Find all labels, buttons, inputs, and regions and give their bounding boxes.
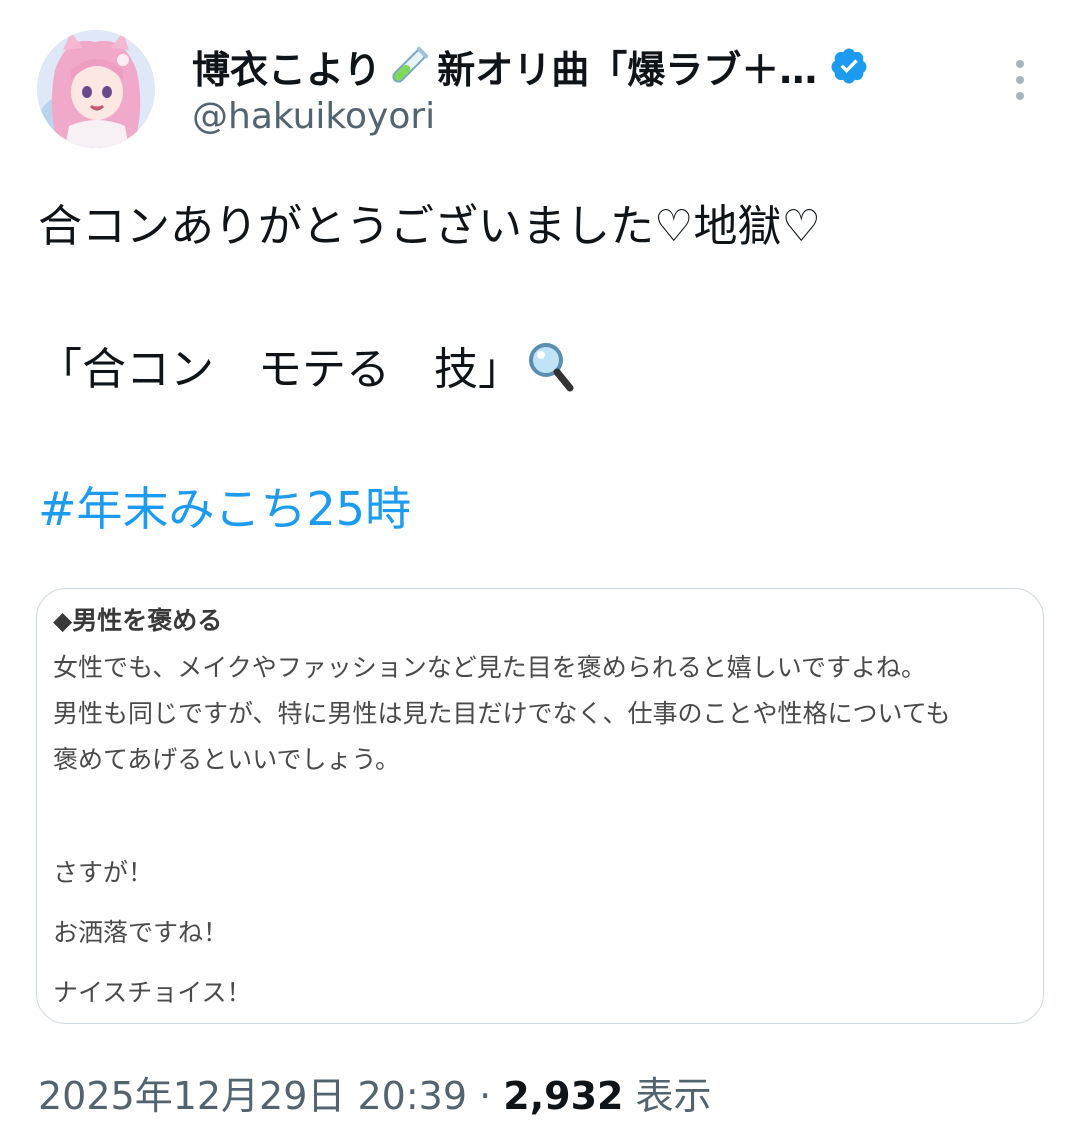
test-tube-icon: [392, 46, 429, 83]
media-phrase: ナイスチョイス！: [53, 978, 252, 1007]
author-handle[interactable]: @hakuikoyori: [192, 96, 435, 137]
display-name[interactable]: 博衣こより: [192, 39, 381, 94]
media-image-card[interactable]: ◆男性を褒める 女性でも、メイクやファッションなど見た目を褒められると嬉しいです…: [36, 588, 1044, 1024]
media-paragraph: 女性でも、メイクやファッションなど見た目を褒められると嬉しいですよね。 男性も同…: [53, 645, 1031, 783]
tweet-text-line1: 合コンありがとうございました♡地獄♡: [38, 201, 821, 252]
media-paragraph-line: 褒めてあげるといいでしょう。: [53, 745, 401, 774]
media-paragraph-line: 男性も同じですが、特に男性は見た目だけでなく、仕事のことや性格についても: [53, 699, 951, 728]
media-phrase: お洒落ですね！: [53, 918, 229, 947]
more-dot-icon: [1016, 76, 1024, 84]
hashtag-link[interactable]: #年末みこち25時: [38, 473, 411, 539]
more-dot-icon: [1016, 60, 1024, 68]
tweet-meta: 2025年12月29日 20:39 · 2,932 表示: [38, 1065, 712, 1120]
media-phrase: さすが！: [53, 858, 154, 887]
display-name-suffix[interactable]: 新オリ曲「爆ラブ＋…: [437, 39, 817, 94]
avatar-illustration: [37, 30, 155, 148]
media-content: ◆男性を褒める 女性でも、メイクやファッションなど見た目を褒められると嬉しいです…: [53, 605, 1031, 1023]
views-count[interactable]: 2,932: [503, 1074, 623, 1118]
tweet-timestamp[interactable]: 2025年12月29日 20:39: [38, 1074, 467, 1118]
media-spacer: [53, 783, 1031, 843]
verified-badge-icon[interactable]: [829, 46, 869, 86]
media-heading: ◆男性を褒める: [53, 606, 223, 635]
tweet-text-line2: 「合コン モテる 技」: [38, 333, 576, 397]
more-dot-icon: [1016, 92, 1024, 100]
author-name-row[interactable]: 博衣こより 新オリ曲「爆ラブ＋…: [192, 38, 869, 94]
meta-separator: ·: [467, 1074, 504, 1118]
media-paragraph-line: 女性でも、メイクやファッションなど見た目を褒められると嬉しいですよね。: [53, 653, 927, 682]
magnifying-glass-icon: [529, 343, 574, 392]
avatar[interactable]: [37, 30, 155, 148]
more-options-button[interactable]: [1000, 56, 1040, 104]
views-label: 表示: [623, 1074, 712, 1118]
tweet-text-line2-text: 「合コン モテる 技」: [38, 344, 522, 395]
